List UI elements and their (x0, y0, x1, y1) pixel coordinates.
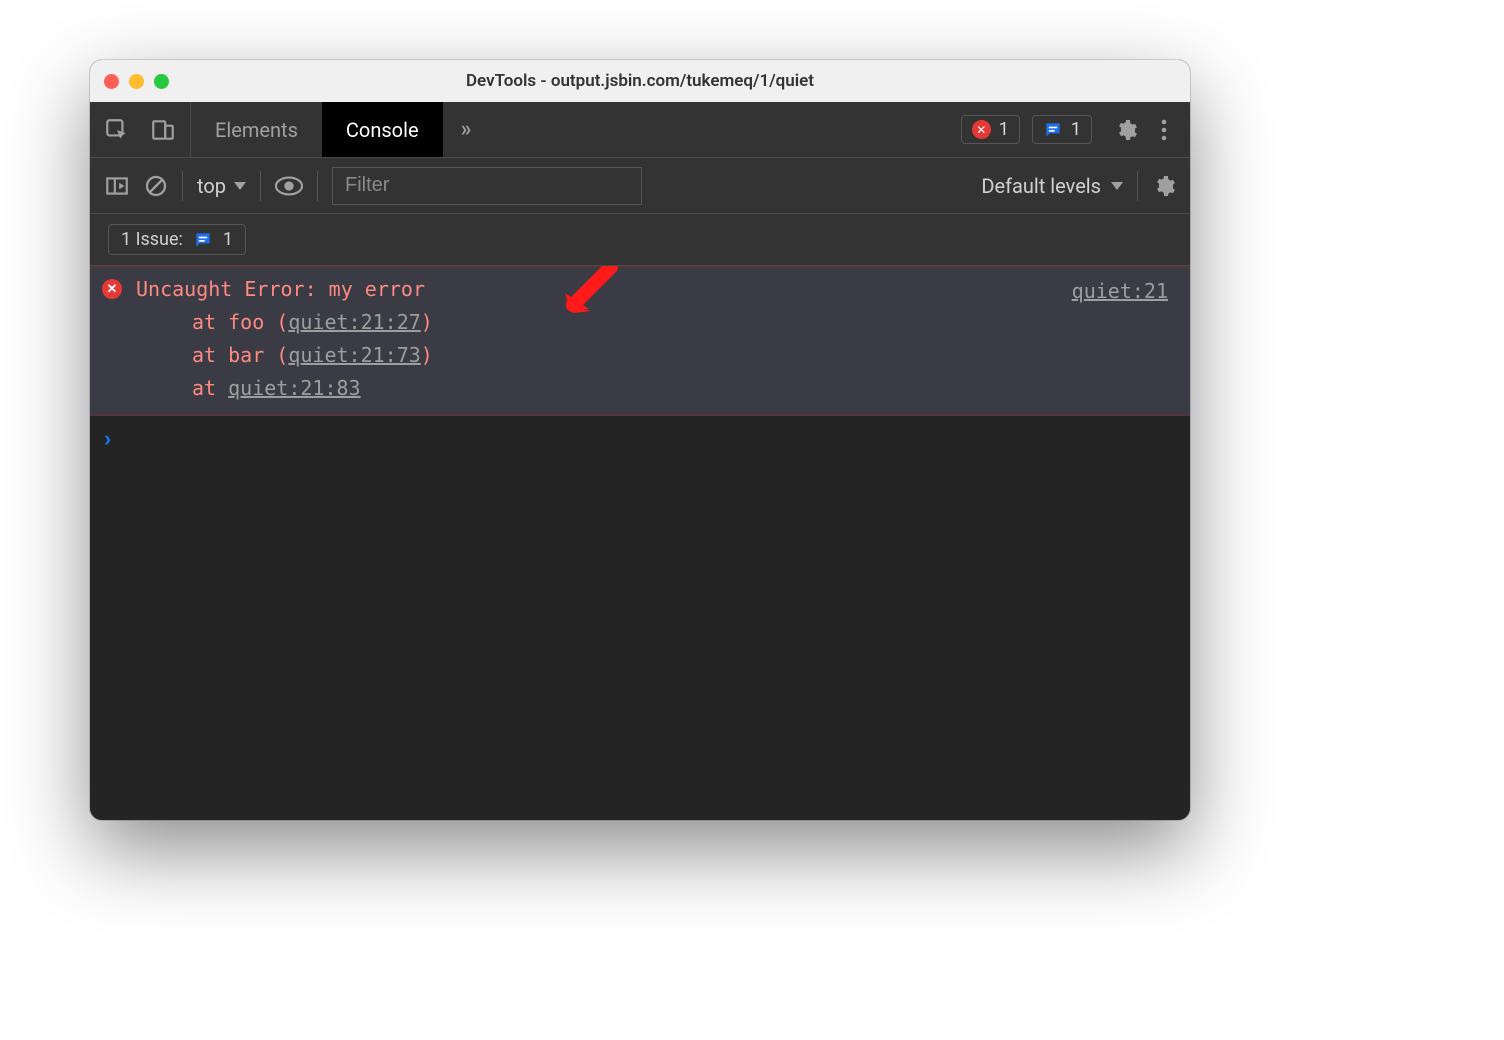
zoom-window-button[interactable] (154, 74, 169, 89)
issues-badge-count: 1 (1071, 119, 1081, 140)
console-error-entry: quiet:21 ✕ Uncaught Error: my error at f… (90, 266, 1190, 416)
minimize-window-button[interactable] (129, 74, 144, 89)
chevron-down-icon (234, 182, 246, 190)
titlebar: DevTools - output.jsbin.com/tukemeq/1/qu… (90, 60, 1190, 102)
console-settings-icon[interactable] (1152, 174, 1176, 198)
error-icon: ✕ (972, 120, 991, 139)
log-levels-label: Default levels (981, 174, 1101, 198)
settings-icon[interactable] (1114, 118, 1138, 142)
issue-bar: 1 Issue: 1 (90, 214, 1190, 266)
window-title: DevTools - output.jsbin.com/tukemeq/1/qu… (90, 71, 1190, 91)
error-message: Uncaught Error: my error (136, 273, 425, 306)
log-levels-selector[interactable]: Default levels (981, 174, 1123, 198)
stack-frame-suffix: ) (421, 343, 433, 367)
stack-frame: at foo (quiet:21:27) (102, 306, 1170, 339)
console-output: quiet:21 ✕ Uncaught Error: my error at f… (90, 266, 1190, 820)
stack-frame-suffix: ) (421, 310, 433, 334)
live-expression-icon[interactable] (275, 176, 303, 196)
status-badges: ✕ 1 1 (961, 102, 1100, 157)
tab-console[interactable]: Console (322, 102, 443, 157)
inspect-element-icon[interactable] (104, 117, 130, 143)
context-selector[interactable]: top (197, 174, 246, 198)
stack-frame-link[interactable]: quiet:21:73 (288, 343, 420, 367)
issue-pill-label: 1 Issue: (121, 229, 183, 250)
context-selector-label: top (197, 174, 226, 198)
issues-badge[interactable]: 1 (1032, 115, 1092, 144)
stack-frame: at bar (quiet:21:73) (102, 339, 1170, 372)
errors-badge[interactable]: ✕ 1 (961, 115, 1020, 144)
stack-frame-link[interactable]: quiet:21:27 (288, 310, 420, 334)
console-toolbar: top Default levels (90, 158, 1190, 214)
prompt-caret-icon: › (104, 426, 111, 451)
right-tool-icons (1100, 102, 1190, 157)
stack-frame-link[interactable]: quiet:21:83 (228, 376, 360, 400)
error-source-link[interactable]: quiet:21 (1072, 275, 1168, 308)
more-tabs-button[interactable]: » (443, 102, 490, 157)
left-tool-icons (90, 102, 191, 157)
tab-elements[interactable]: Elements (191, 102, 322, 157)
chevron-down-icon (1111, 182, 1123, 190)
stack-frame-prefix: at foo ( (192, 310, 288, 334)
traffic-lights (104, 74, 169, 89)
stack-frame-prefix: at (192, 376, 228, 400)
console-prompt[interactable]: › (90, 416, 1190, 462)
stack-frame: at quiet:21:83 (102, 372, 1170, 405)
clear-console-icon[interactable] (144, 174, 168, 198)
device-toolbar-icon[interactable] (150, 117, 176, 143)
close-window-button[interactable] (104, 74, 119, 89)
toggle-sidebar-icon[interactable] (104, 173, 130, 199)
issue-icon (1043, 120, 1063, 140)
devtools-tabbar: Elements Console » ✕ 1 1 (90, 102, 1190, 158)
filter-input[interactable] (332, 167, 642, 205)
more-menu-icon[interactable] (1160, 118, 1168, 142)
issue-pill[interactable]: 1 Issue: 1 (108, 224, 246, 255)
issue-icon (193, 230, 213, 250)
error-icon: ✕ (102, 279, 122, 299)
issue-pill-count: 1 (223, 229, 233, 250)
stack-frame-prefix: at bar ( (192, 343, 288, 367)
errors-badge-count: 1 (999, 119, 1009, 140)
devtools-window: DevTools - output.jsbin.com/tukemeq/1/qu… (90, 60, 1190, 820)
